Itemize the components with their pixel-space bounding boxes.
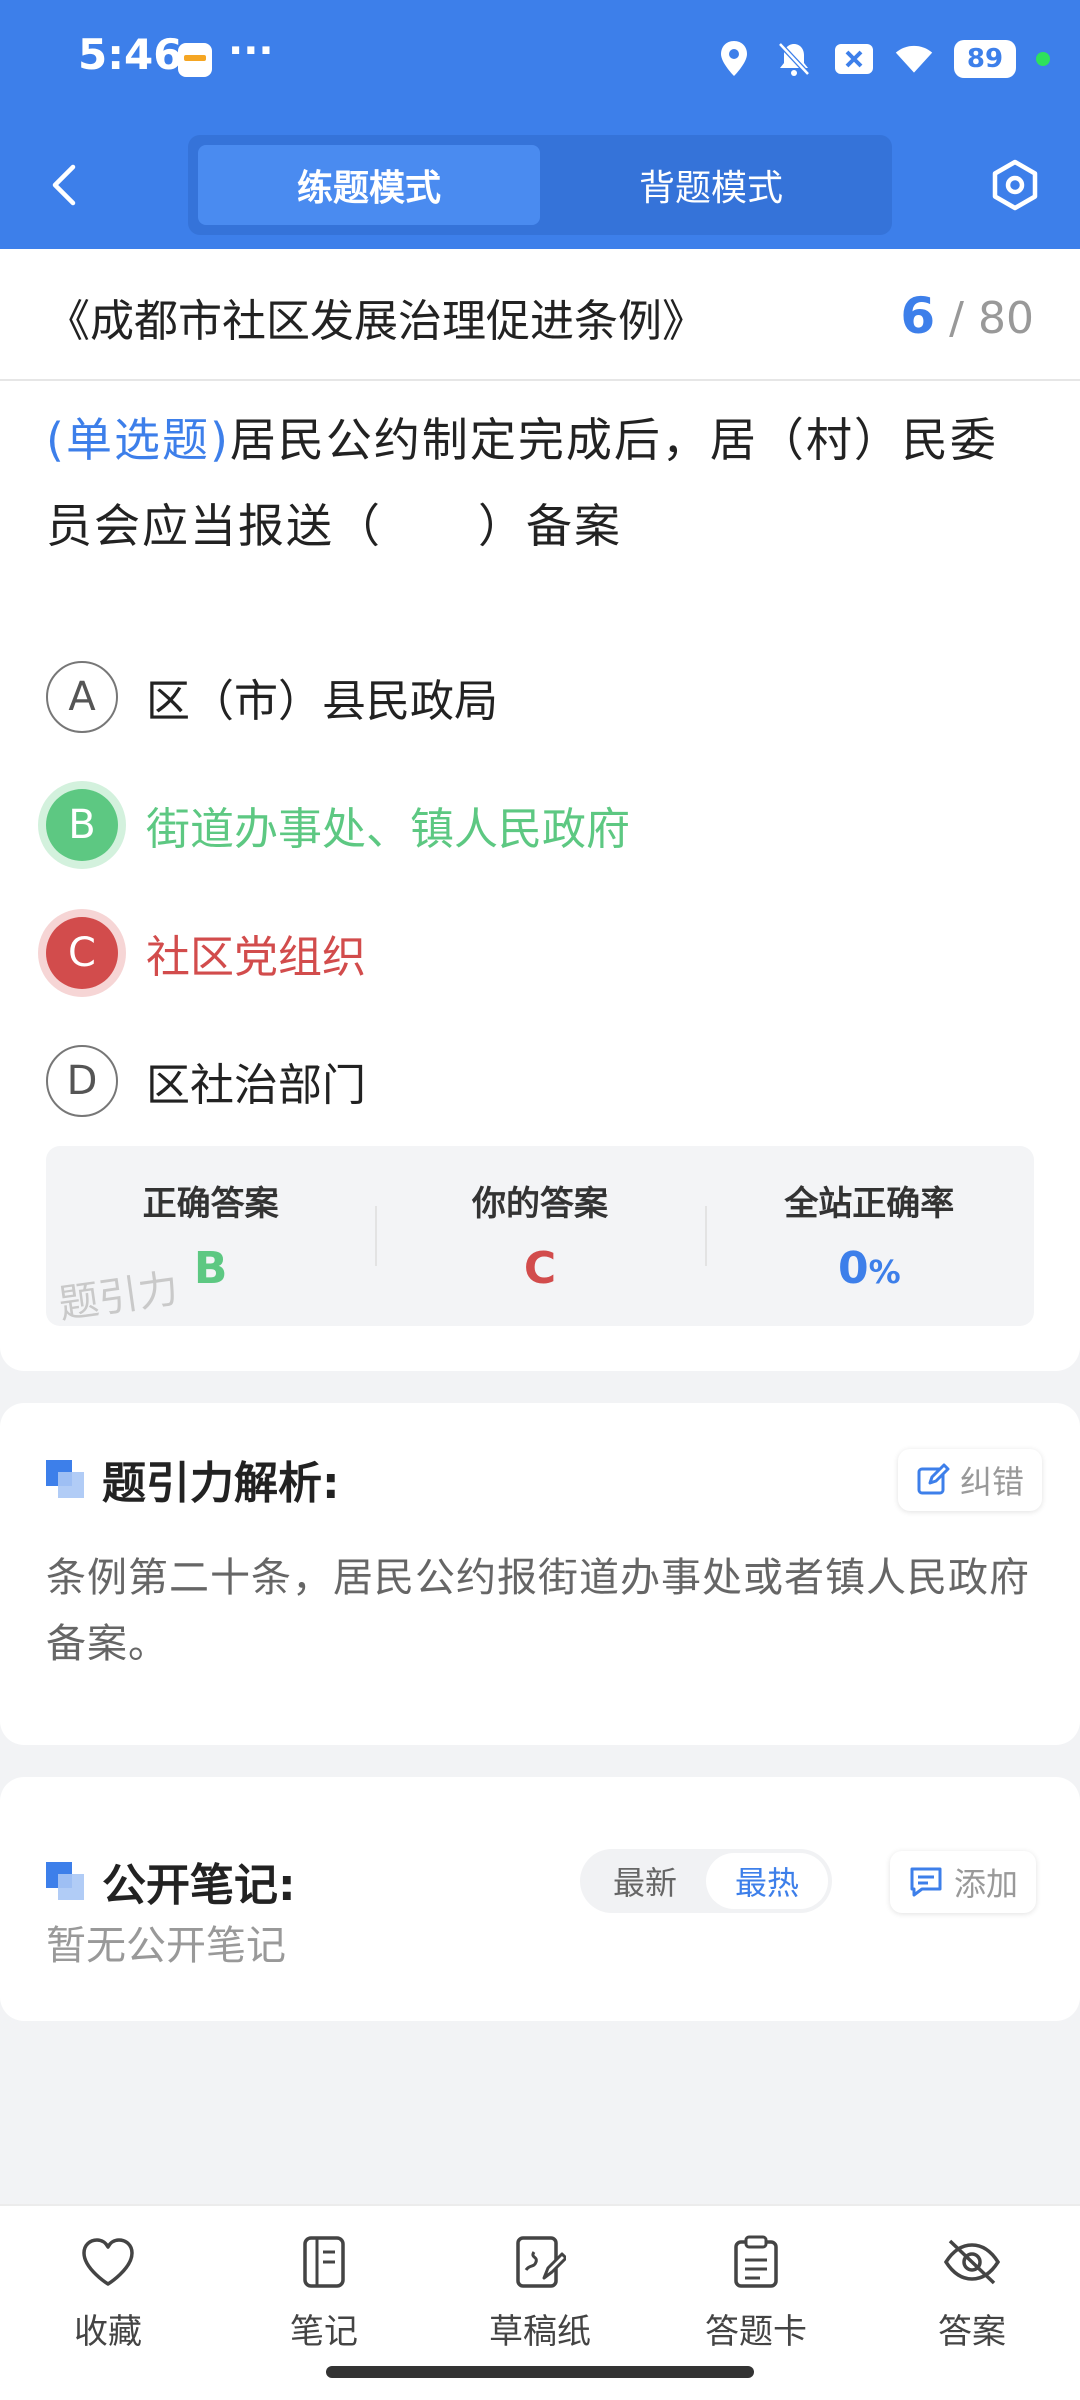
eye-off-icon [942, 2232, 1002, 2292]
answer-card-icon [726, 2232, 786, 2292]
analysis-header: 题引力解析: [46, 1449, 340, 1509]
correct-answer-label: 正确答案 [142, 1184, 279, 1224]
site-accuracy-value: 0% [705, 1243, 1034, 1294]
section-squares-icon [46, 1460, 84, 1498]
answer-summary: 正确答案 B 题引力 你的答案 C 全站正确率 0% [46, 1146, 1034, 1328]
progress-separator: / [949, 293, 964, 344]
site-accuracy-number: 0 [837, 1243, 869, 1294]
option-d[interactable]: D 区社治部门 [46, 1043, 366, 1119]
notebook-icon [294, 2232, 354, 2292]
status-time: 5:46 [78, 30, 183, 79]
option-a[interactable]: A 区（市）县民政局 [46, 659, 498, 735]
back-button[interactable] [38, 150, 88, 220]
analysis-title: 题引力解析: [102, 1458, 340, 1509]
sort-hottest[interactable]: 最热 [706, 1853, 828, 1909]
nav-answer[interactable]: 答案 [864, 2206, 1080, 2400]
notes-sort-toggle: 最新 最热 [580, 1849, 832, 1913]
add-note-button[interactable]: 添加 [890, 1851, 1037, 1913]
bell-off-icon [774, 39, 814, 79]
site-accuracy-label: 全站正确率 [784, 1184, 955, 1224]
report-error-button[interactable]: 纠错 [898, 1449, 1043, 1511]
section-squares-icon [46, 1862, 84, 1900]
top-header: 5:46 ··· 89 练题模式 背题模式 [0, 0, 1080, 249]
tab-memorize-mode[interactable]: 背题模式 [540, 145, 882, 225]
site-accuracy: 全站正确率 0% [704, 1146, 1034, 1326]
status-bar: 5:46 ··· 89 [0, 0, 1080, 118]
location-icon [714, 39, 754, 79]
nav-favorite[interactable]: 收藏 [0, 2206, 216, 2400]
total-questions: 80 [978, 293, 1034, 344]
public-notes-card: 公开笔记: 最新 最热 添加 暂无公开笔记 [0, 1777, 1080, 2021]
document-title-row: 《成都市社区发展治理促进条例》 6 / 80 [0, 249, 1080, 381]
comment-icon [910, 1867, 942, 1897]
notes-title: 公开笔记: [102, 1860, 296, 1911]
option-letter: C [46, 917, 118, 989]
privacy-indicator-dot [1036, 52, 1050, 66]
site-accuracy-unit: % [868, 1253, 901, 1291]
nav-answer-label: 答案 [938, 2312, 1006, 2352]
nav-notes-label: 笔记 [290, 2312, 358, 2352]
notes-header: 公开笔记: [46, 1851, 296, 1911]
edit-icon [917, 1463, 950, 1495]
option-text: 区社治部门 [146, 1060, 366, 1111]
mode-switch: 练题模式 背题模式 [188, 135, 892, 235]
option-letter: A [46, 661, 118, 733]
nav-draft-label: 草稿纸 [489, 2312, 591, 2352]
gear-icon [992, 159, 1038, 211]
empty-notes-text: 暂无公开笔记 [46, 1923, 286, 1969]
wallet-app-icon [178, 43, 212, 77]
question-text: (单选题)居民公约制定完成后，居（村）民委员会应当报送（ ）备案 [46, 397, 1036, 569]
your-answer: 你的答案 C [375, 1146, 704, 1326]
option-text: 街道办事处、镇人民政府 [146, 804, 630, 855]
document-title: 《成都市社区发展治理促进条例》 [46, 296, 706, 347]
settings-button[interactable] [980, 150, 1050, 220]
sim-x-icon [834, 39, 874, 79]
your-answer-value: C [523, 1243, 557, 1294]
nav-answer-card-label: 答题卡 [705, 2312, 807, 2352]
option-c[interactable]: C 社区党组织 [46, 915, 366, 991]
wifi-icon [894, 39, 934, 79]
sort-latest[interactable]: 最新 [584, 1853, 706, 1909]
draft-icon [510, 2232, 570, 2292]
option-letter: B [46, 789, 118, 861]
nav-favorite-label: 收藏 [74, 2312, 142, 2352]
status-icons: 89 [714, 36, 1050, 82]
your-answer-label: 你的答案 [471, 1184, 608, 1224]
add-note-label: 添加 [954, 1865, 1019, 1903]
chevron-left-icon [52, 164, 76, 206]
option-text: 区（市）县民政局 [146, 676, 498, 727]
battery-icon: 89 [954, 40, 1016, 78]
current-question-number: 6 [900, 287, 936, 345]
analysis-card: 题引力解析: 纠错 条例第二十条，居民公约报街道办事处或者镇人民政府备案。 [0, 1403, 1080, 1745]
heart-icon [78, 2232, 138, 2292]
option-letter: D [46, 1045, 118, 1117]
analysis-text: 条例第二十条，居民公约报街道办事处或者镇人民政府备案。 [46, 1555, 1030, 1667]
question-card: 《成都市社区发展治理促进条例》 6 / 80 (单选题)居民公约制定完成后，居（… [0, 249, 1080, 1371]
tab-practice-mode[interactable]: 练题模式 [198, 145, 540, 225]
option-text: 社区党组织 [146, 932, 366, 983]
option-b[interactable]: B 街道办事处、镇人民政府 [46, 787, 630, 863]
correct-answer: 正确答案 B 题引力 [46, 1146, 375, 1328]
question-progress[interactable]: 6 / 80 [900, 287, 1034, 345]
question-type: (单选题) [46, 413, 230, 467]
more-notifications-icon: ··· [228, 28, 274, 74]
home-indicator[interactable] [326, 2366, 754, 2378]
report-error-label: 纠错 [960, 1463, 1025, 1501]
